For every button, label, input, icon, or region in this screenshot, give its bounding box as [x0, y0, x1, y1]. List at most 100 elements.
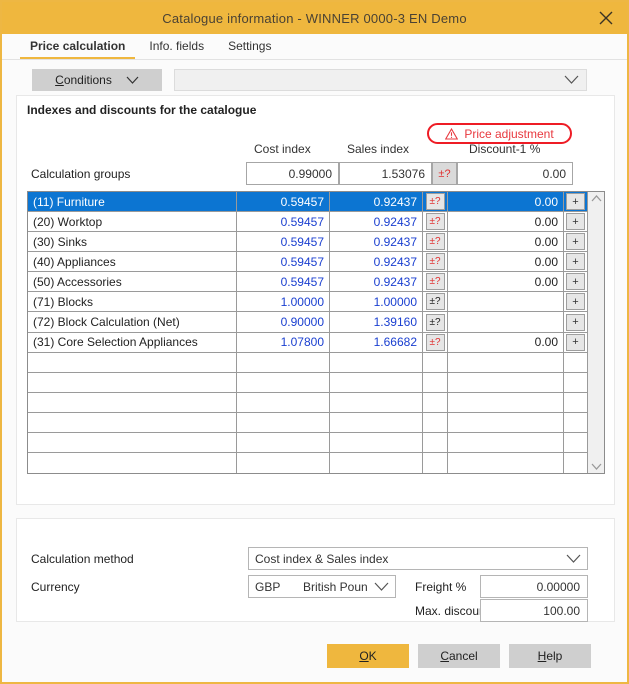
- row-sales-index[interactable]: 0.92437: [330, 212, 423, 232]
- table-row[interactable]: (71) Blocks 1.00000 1.00000 ±? +: [28, 292, 587, 313]
- max-discount-input[interactable]: 100.00: [480, 599, 588, 622]
- row-cost-index[interactable]: 1.00000: [237, 292, 330, 312]
- chevron-down-icon[interactable]: [591, 463, 602, 470]
- row-discount1[interactable]: 0.00: [448, 272, 564, 292]
- row-sales-index[interactable]: [330, 372, 423, 392]
- row-cost-index[interactable]: 0.90000: [237, 312, 330, 332]
- plusminus-button[interactable]: ±?: [425, 213, 445, 231]
- calculation-groups-plusminus-icon[interactable]: ±?: [432, 162, 457, 185]
- dialog-window: Catalogue information - WINNER 0000-3 EN…: [0, 0, 629, 684]
- add-discount-button[interactable]: +: [566, 333, 585, 351]
- currency-dropdown[interactable]: GBP British Pounds: [248, 575, 396, 598]
- table-row[interactable]: [28, 412, 587, 433]
- table-row[interactable]: (40) Appliances 0.59457 0.92437 ±? 0.00 +: [28, 252, 587, 273]
- tab-settings[interactable]: Settings: [218, 39, 281, 59]
- row-cost-index[interactable]: [237, 352, 330, 372]
- calculation-groups-sales-index-input[interactable]: 1.53076: [339, 162, 432, 185]
- plusminus-button[interactable]: ±?: [425, 293, 445, 311]
- row-discount1[interactable]: 0.00: [448, 252, 564, 272]
- row-cost-index[interactable]: [237, 392, 330, 412]
- table-row[interactable]: [28, 372, 587, 393]
- price-adjustment-badge[interactable]: Price adjustment: [427, 123, 572, 144]
- tab-label: Info. fields: [149, 39, 205, 53]
- row-sales-index[interactable]: 1.00000: [330, 292, 423, 312]
- calculation-method-dropdown[interactable]: Cost index & Sales index: [248, 547, 588, 570]
- plusminus-button[interactable]: ±?: [425, 193, 445, 211]
- row-cost-index[interactable]: 0.59457: [237, 252, 330, 272]
- table-row[interactable]: (11) Furniture 0.59457 0.92437 ±? 0.00 +: [28, 192, 587, 213]
- tab-info-fields[interactable]: Info. fields: [139, 39, 214, 59]
- table-row[interactable]: [28, 453, 587, 473]
- row-discount1[interactable]: 0.00: [448, 212, 564, 232]
- add-discount-button[interactable]: +: [566, 193, 585, 211]
- row-group-name: [28, 453, 237, 473]
- add-discount-button[interactable]: +: [566, 213, 585, 231]
- row-discount1[interactable]: 0.00: [448, 332, 564, 352]
- row-cost-index[interactable]: [237, 453, 330, 473]
- table-row[interactable]: (30) Sinks 0.59457 0.92437 ±? 0.00 +: [28, 232, 587, 253]
- row-sales-index[interactable]: 1.39160: [330, 312, 423, 332]
- row-sales-index[interactable]: 0.92437: [330, 272, 423, 292]
- row-cost-index[interactable]: 0.59457: [237, 232, 330, 252]
- chevron-up-icon[interactable]: [591, 195, 602, 202]
- row-cost-index[interactable]: 0.59457: [237, 272, 330, 292]
- add-discount-button[interactable]: +: [566, 253, 585, 271]
- row-discount1[interactable]: [448, 372, 564, 392]
- cancel-button[interactable]: Cancel: [418, 644, 500, 668]
- conditions-button[interactable]: Conditions: [32, 69, 162, 91]
- row-discount1[interactable]: [448, 412, 564, 432]
- row-sales-index[interactable]: 0.92437: [330, 192, 423, 212]
- row-sales-index[interactable]: [330, 432, 423, 453]
- plusminus-button[interactable]: ±?: [425, 313, 445, 331]
- table-row[interactable]: [28, 352, 587, 373]
- row-discount1[interactable]: [448, 292, 564, 312]
- table-row[interactable]: (20) Worktop 0.59457 0.92437 ±? 0.00 +: [28, 212, 587, 233]
- close-button[interactable]: [585, 2, 627, 34]
- row-sales-index[interactable]: 1.66682: [330, 332, 423, 352]
- table-row[interactable]: [28, 432, 587, 454]
- row-cost-index[interactable]: 0.59457: [237, 192, 330, 212]
- row-discount1[interactable]: [448, 352, 564, 372]
- row-cost-index[interactable]: [237, 372, 330, 392]
- calculation-groups-discount1-input[interactable]: 0.00: [457, 162, 573, 185]
- grid-vertical-scrollbar[interactable]: [587, 192, 604, 473]
- row-group-name: (50) Accessories: [28, 272, 237, 292]
- row-sales-index[interactable]: [330, 412, 423, 432]
- row-cost-index[interactable]: 1.07800: [237, 332, 330, 352]
- row-cost-index[interactable]: [237, 412, 330, 432]
- row-sales-index[interactable]: [330, 392, 423, 412]
- row-cost-index[interactable]: 0.59457: [237, 212, 330, 232]
- tab-price-calculation[interactable]: Price calculation: [20, 39, 136, 59]
- row-discount1[interactable]: [448, 453, 564, 473]
- tab-label: Settings: [228, 39, 272, 53]
- ok-button[interactable]: OK: [327, 644, 409, 668]
- plusminus-button[interactable]: ±?: [425, 273, 445, 291]
- add-discount-button[interactable]: +: [566, 233, 585, 251]
- row-discount1[interactable]: 0.00: [448, 192, 564, 212]
- currency-code: GBP: [255, 579, 281, 594]
- help-button[interactable]: Help: [509, 644, 591, 668]
- row-discount1[interactable]: [448, 432, 564, 453]
- table-row[interactable]: [28, 392, 587, 413]
- calculation-groups-cost-index-input[interactable]: 0.99000: [246, 162, 339, 185]
- conditions-dropdown[interactable]: [174, 69, 587, 91]
- row-discount1[interactable]: [448, 392, 564, 412]
- row-discount1[interactable]: 0.00: [448, 232, 564, 252]
- row-sales-index[interactable]: 0.92437: [330, 252, 423, 272]
- row-sales-index[interactable]: [330, 453, 423, 473]
- table-row[interactable]: (50) Accessories 0.59457 0.92437 ±? 0.00 +: [28, 272, 587, 293]
- add-discount-button[interactable]: +: [566, 273, 585, 291]
- freight-input[interactable]: 0.00000: [480, 575, 588, 598]
- plusminus-button[interactable]: ±?: [425, 333, 445, 351]
- row-discount1[interactable]: [448, 312, 564, 332]
- add-discount-button[interactable]: +: [566, 293, 585, 311]
- add-discount-button[interactable]: +: [566, 313, 585, 331]
- row-sales-index[interactable]: [330, 352, 423, 372]
- table-row[interactable]: (31) Core Selection Appliances 1.07800 1.6…: [28, 332, 587, 353]
- row-sales-index[interactable]: 0.92437: [330, 232, 423, 252]
- plusminus-button[interactable]: ±?: [425, 253, 445, 271]
- table-row[interactable]: (72) Block Calculation (Net) 0.90000 1.391…: [28, 312, 587, 333]
- row-cost-index[interactable]: [237, 432, 330, 453]
- ok-button-label: OK: [359, 649, 376, 663]
- plusminus-button[interactable]: ±?: [425, 233, 445, 251]
